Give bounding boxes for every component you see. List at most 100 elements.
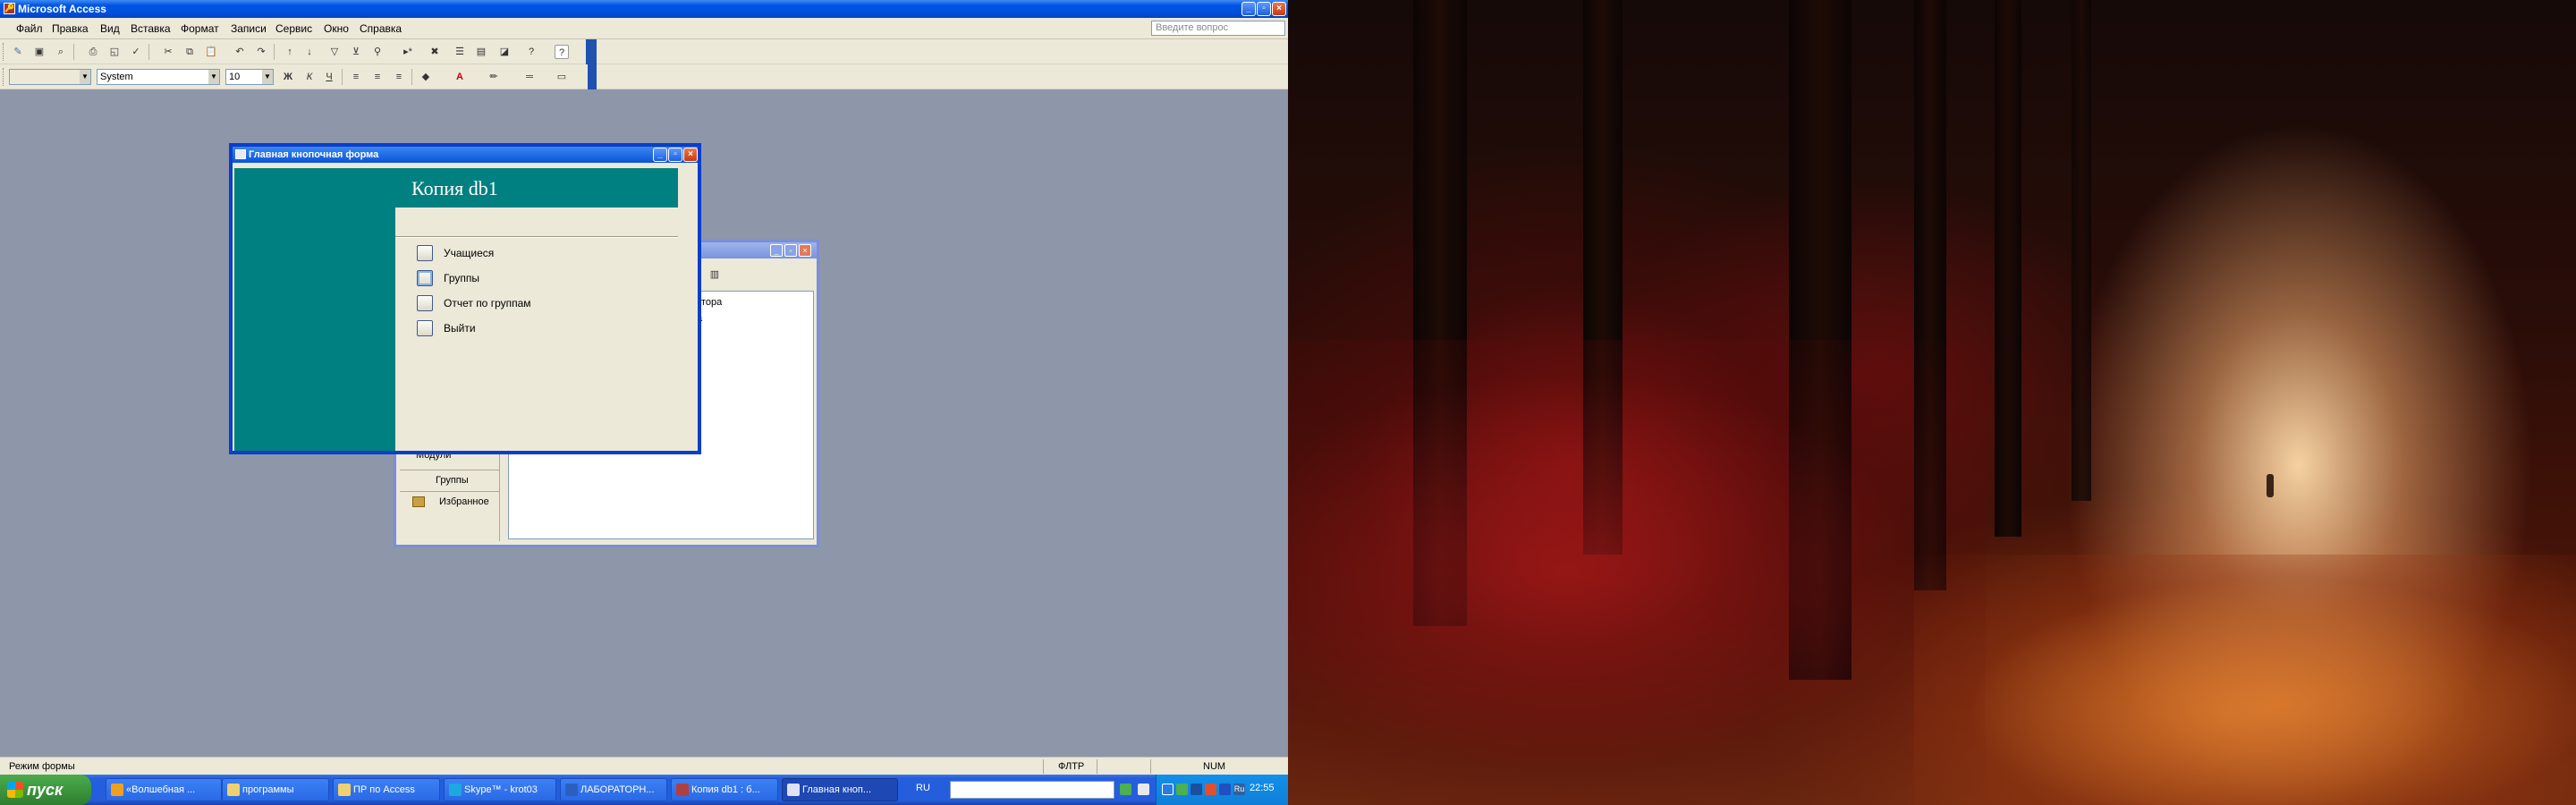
menu-format[interactable]: Формат [181, 22, 219, 35]
display-icon[interactable] [1219, 784, 1231, 795]
skype-tray-icon[interactable] [1162, 784, 1174, 795]
switchboard-label[interactable]: Выйти [444, 322, 476, 335]
deskbar-search[interactable] [950, 781, 1114, 799]
paste-icon[interactable]: 📋 [204, 45, 218, 59]
copy-icon[interactable]: ⧉ [182, 45, 197, 59]
line-color-icon[interactable]: ✏ [487, 70, 501, 84]
objects-item-favorites[interactable]: Избранное [439, 496, 489, 507]
redo-icon[interactable]: ↷ [254, 45, 268, 59]
red-foliage [1288, 340, 1986, 805]
objects-group-groups[interactable]: Группы [436, 475, 469, 486]
align-right-icon[interactable]: ≡ [392, 70, 406, 84]
task-button[interactable]: программы [222, 778, 329, 801]
switchboard-title: Копия db1 [411, 177, 498, 199]
separator [73, 44, 74, 60]
line-width-icon[interactable]: ═ [522, 70, 537, 84]
task-button-active[interactable]: Главная кноп... [782, 778, 898, 801]
search-icon[interactable]: ⌕ [54, 45, 68, 59]
preview-icon[interactable]: ◱ [107, 45, 122, 59]
spelling-icon[interactable]: ✓ [129, 45, 143, 59]
object-combo[interactable]: ▼ [9, 69, 91, 85]
chevron-left-icon[interactable] [1138, 784, 1149, 795]
menu-edit[interactable]: Правка [52, 22, 89, 35]
switchboard-button[interactable] [417, 270, 433, 286]
special-effect-icon[interactable]: ▭ [555, 70, 569, 84]
font-size-combo[interactable]: 10 ▼ [225, 69, 274, 85]
undo-icon[interactable]: ↶ [233, 45, 247, 59]
separator [342, 69, 343, 85]
menu-help[interactable]: Справка [360, 22, 402, 35]
italic-button[interactable]: К [302, 70, 317, 84]
switchboard-button[interactable] [417, 320, 433, 336]
switchboard-button[interactable] [417, 245, 433, 261]
maximize-icon[interactable]: ▫ [784, 244, 797, 257]
delete-record-icon[interactable]: ✖ [428, 45, 442, 59]
fill-color-icon[interactable]: ◆ [419, 70, 433, 84]
switchboard-button[interactable] [417, 295, 433, 311]
font-color-icon[interactable]: A [453, 70, 467, 84]
toolbar-options-icon[interactable] [586, 39, 597, 64]
align-left-icon[interactable]: ≡ [349, 70, 363, 84]
menu-file[interactable]: Файл [16, 22, 43, 35]
font-combo[interactable]: System ▼ [97, 69, 220, 85]
details-view-icon[interactable]: ▥ [708, 267, 722, 282]
ru-icon[interactable]: Ru [1233, 784, 1245, 795]
toolbar-grip[interactable] [3, 43, 5, 61]
cut-icon[interactable]: ✂ [161, 45, 175, 59]
minimize-icon[interactable]: _ [653, 148, 667, 162]
menu-insert[interactable]: Вставка [131, 22, 171, 35]
help-search-input[interactable]: Введите вопрос [1151, 21, 1285, 36]
tree-trunk [1995, 0, 2021, 537]
toolbar-grip[interactable] [3, 68, 5, 86]
filter-icon[interactable]: ▽ [327, 45, 342, 59]
task-button[interactable]: ПР по Access [333, 778, 440, 801]
network-icon[interactable] [1176, 784, 1188, 795]
minimize-icon[interactable]: _ [1241, 2, 1256, 16]
menu-tools[interactable]: Сервис [275, 22, 312, 35]
align-center-icon[interactable]: ≡ [370, 70, 385, 84]
volume-icon[interactable] [1205, 784, 1216, 795]
chevron-down-icon: ▼ [80, 70, 90, 84]
save-icon[interactable]: ▣ [32, 45, 47, 59]
switchboard-label[interactable]: Учащиеся [444, 247, 494, 259]
print-icon[interactable]: ⎙ [86, 45, 100, 59]
language-indicator[interactable]: RU [916, 783, 930, 793]
close-icon[interactable]: × [1272, 2, 1286, 16]
view-icon[interactable]: ✎ [11, 45, 25, 59]
shield-icon[interactable] [1191, 784, 1202, 795]
new-object-icon[interactable]: ◪ [497, 45, 512, 59]
distant-figure [2267, 474, 2274, 497]
find-icon[interactable]: ⚲ [370, 45, 385, 59]
font-value: System [100, 72, 133, 82]
office-assistant-icon[interactable]: ? [524, 45, 538, 59]
sort-asc-icon[interactable]: ↑ [283, 45, 297, 59]
status-pane [1097, 759, 1150, 774]
database-window-icon[interactable]: ▤ [474, 45, 488, 59]
maximize-icon[interactable]: ▫ [1257, 2, 1271, 16]
properties-icon[interactable]: ☰ [453, 45, 467, 59]
clock[interactable]: 22:55 [1250, 783, 1275, 793]
switchboard-label[interactable]: Группы [444, 272, 479, 284]
menu-records[interactable]: Записи [231, 22, 267, 35]
filter-apply-icon[interactable]: ⊻ [349, 45, 363, 59]
close-icon[interactable]: × [683, 148, 698, 162]
start-button[interactable]: пуск [0, 775, 91, 805]
help-icon[interactable]: ? [555, 45, 569, 59]
maximize-icon[interactable]: ▫ [668, 148, 682, 162]
sort-desc-icon[interactable]: ↓ [302, 45, 317, 59]
task-button[interactable]: «Волшебная ... [106, 778, 222, 801]
minimize-icon[interactable]: _ [770, 244, 783, 257]
switchboard-label[interactable]: Отчет по группам [444, 297, 531, 309]
menu-view[interactable]: Вид [100, 22, 120, 35]
new-record-icon[interactable]: ▸* [401, 45, 415, 59]
task-button[interactable]: Skype™ - krot03 [444, 778, 556, 801]
toolbar-options-icon[interactable] [588, 64, 597, 89]
arrow-icon[interactable] [1120, 784, 1131, 795]
close-icon[interactable]: × [799, 244, 811, 257]
menu-window[interactable]: Окно [324, 22, 349, 35]
underline-button[interactable]: Ч [322, 70, 336, 84]
form-titlebar: Главная кнопочная форма _ ▫ × [233, 147, 698, 163]
bold-button[interactable]: Ж [281, 70, 295, 84]
task-button[interactable]: ЛАБОРАТОРН... [560, 778, 667, 801]
task-button[interactable]: Копия db1 : б... [671, 778, 778, 801]
